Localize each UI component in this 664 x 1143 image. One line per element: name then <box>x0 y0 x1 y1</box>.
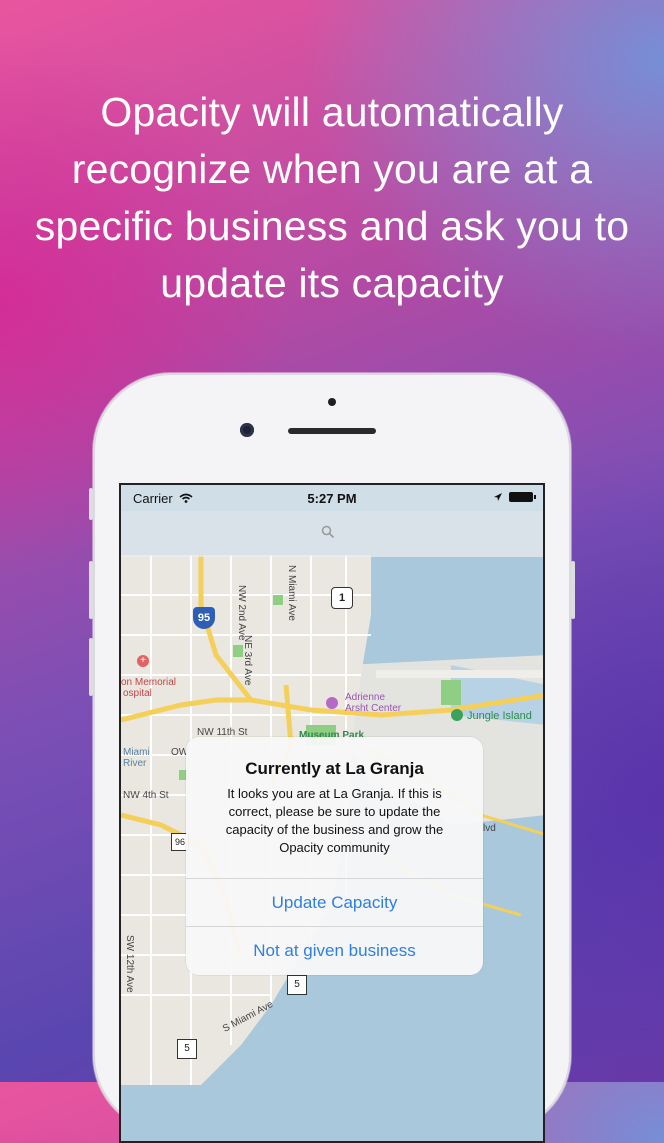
map-label-sw-12th-ave: SW 12th Ave <box>124 935 135 993</box>
phone-screen: 95 1 96 5 5 NW 2nd Ave N Miami Ave NE 3r… <box>119 483 545 1143</box>
volume-up-button <box>89 561 93 619</box>
map-label-nw-2nd-ave: NW 2nd Ave <box>236 585 247 641</box>
not-at-business-button[interactable]: Not at given business <box>186 926 483 975</box>
mute-switch <box>89 488 93 520</box>
map-label-adrienne: Adrienne <box>345 692 386 703</box>
map-label-nw-4th-st: NW 4th St <box>123 790 169 801</box>
map-label-jungle-island: Jungle Island <box>467 710 532 722</box>
map-label-n-miami-ave: N Miami Ave <box>286 565 297 621</box>
map-label-miami-river-2: River <box>123 758 147 769</box>
route-5-shield: 5 <box>287 975 307 995</box>
map-label-lvd: lvd <box>483 823 496 834</box>
alert-message: It looks you are at La Granja. If this i… <box>200 785 469 857</box>
theater-pin-icon <box>326 697 338 709</box>
us-1-shield: 1 <box>331 587 353 609</box>
status-time: 5:27 PM <box>307 491 357 506</box>
map-label-hospital: ospital <box>123 688 152 699</box>
map-label-ne-3rd-ave: NE 3rd Ave <box>242 635 253 686</box>
location-arrow-icon <box>494 493 502 501</box>
location-alert-dialog: Currently at La Granja It looks you are … <box>186 737 483 975</box>
hospital-icon: + <box>137 655 149 667</box>
proximity-sensor <box>328 398 336 406</box>
alert-message-line: correct, please be sure to update the <box>228 804 441 819</box>
search-icon <box>321 525 335 539</box>
alert-title: Currently at La Granja <box>245 759 424 778</box>
alert-message-line: Opacity community <box>279 840 390 855</box>
status-bar: Carrier 5:27 PM <box>121 485 543 511</box>
alert-message-line: capacity of the business and grow the <box>225 822 444 837</box>
battery-icon <box>509 492 536 502</box>
update-capacity-button[interactable]: Update Capacity <box>186 878 483 927</box>
park-pin-icon <box>451 709 463 721</box>
status-icons <box>493 492 536 502</box>
map-label-memorial: on Memorial <box>121 677 177 688</box>
search-bar[interactable] <box>121 511 543 557</box>
map-label-arsht-center: Arsht Center <box>345 703 402 714</box>
headline: Opacity will automatically recognize whe… <box>34 89 630 306</box>
map-label-miami-river-1: Miami <box>123 747 150 758</box>
volume-down-button <box>89 638 93 696</box>
interstate-95-shield: 95 <box>193 607 215 629</box>
phone-frame: 95 1 96 5 5 NW 2nd Ave N Miami Ave NE 3r… <box>89 373 575 1143</box>
alert-message-line: It looks you are at La Granja. If this i… <box>227 786 442 801</box>
earpiece-speaker <box>288 428 376 434</box>
front-camera <box>240 423 254 437</box>
power-button <box>571 561 575 619</box>
route-5-shield-2: 5 <box>177 1039 197 1059</box>
